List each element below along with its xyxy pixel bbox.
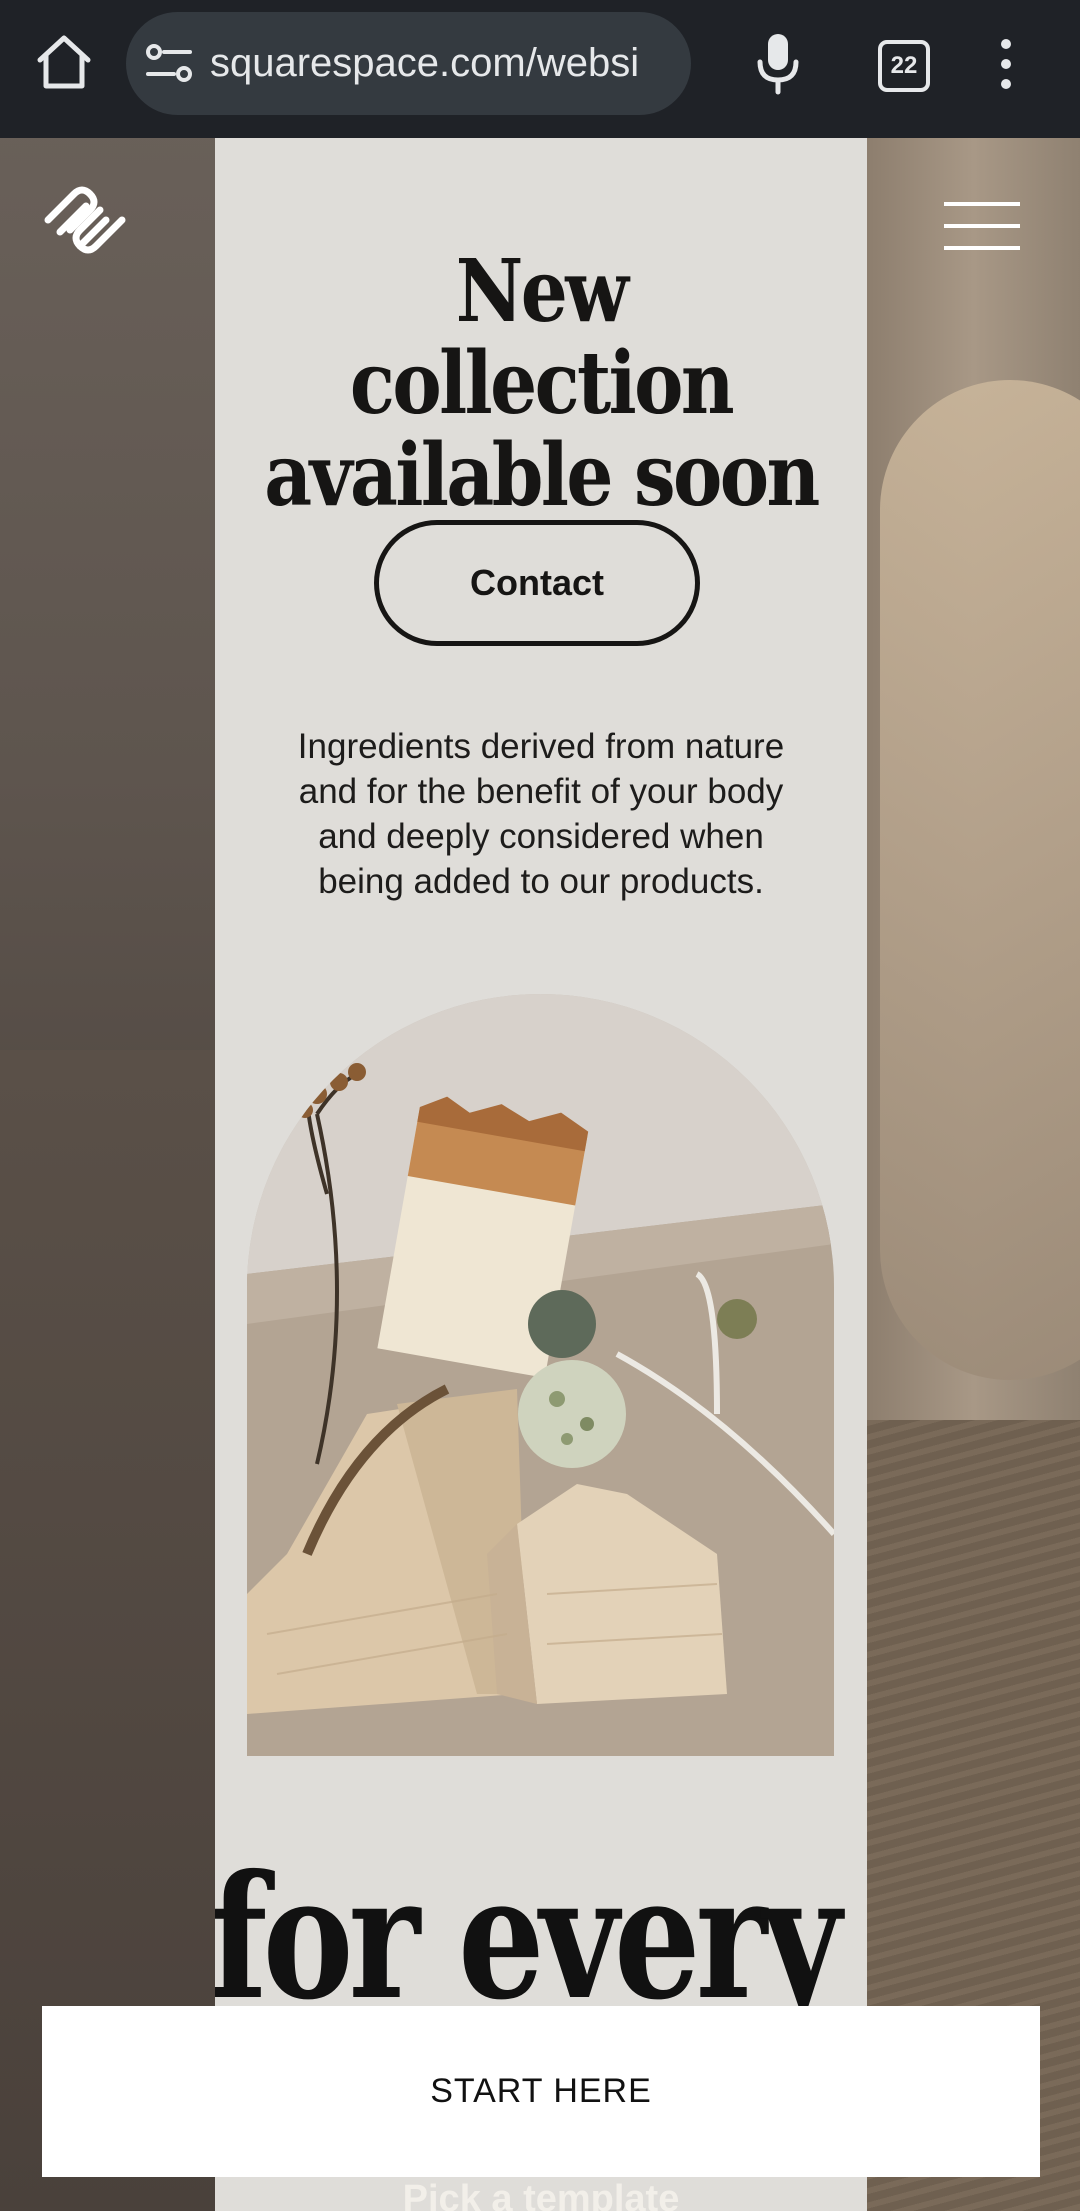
pick-template-text[interactable]: Pick a template [215,2178,867,2211]
hamburger-menu-icon[interactable] [942,200,1022,252]
contact-button[interactable]: Contact [374,520,700,646]
home-icon[interactable] [34,32,94,92]
site-info-icon[interactable] [144,40,196,88]
body-line-3: and deeply considered when [318,817,764,856]
tabs-count-button[interactable]: 22 [878,40,930,92]
background-soap-shape [880,380,1080,1380]
microphone-icon[interactable] [748,28,808,98]
preview-large-heading: for every [215,1838,842,2038]
preview-headline: New collection available soon [261,246,822,522]
squarespace-logo[interactable] [40,180,130,260]
headline-line-1: New collection [349,241,735,434]
browser-viewport: squarespace.com/websi 22 New collection … [0,0,1080,2211]
url-text[interactable]: squarespace.com/websi [210,12,680,115]
product-arch-image [247,994,834,1756]
browser-toolbar: squarespace.com/websi 22 [0,0,1080,138]
more-vertical-icon[interactable] [990,36,1022,92]
soap-still-life-illustration [247,994,834,1756]
body-line-1: Ingredients derived from nature [297,727,785,766]
body-line-2: and for the benefit of your body [298,772,784,811]
preview-body-text: Ingredients derived from nature and for … [255,724,827,904]
address-bar[interactable]: squarespace.com/websi [126,12,691,115]
start-here-button[interactable]: START HERE [42,2006,1040,2177]
body-line-4: being added to our products. [318,862,764,901]
template-preview-panel: New collection available soon Contact In… [215,138,867,2211]
headline-line-2: available soon [264,425,820,526]
